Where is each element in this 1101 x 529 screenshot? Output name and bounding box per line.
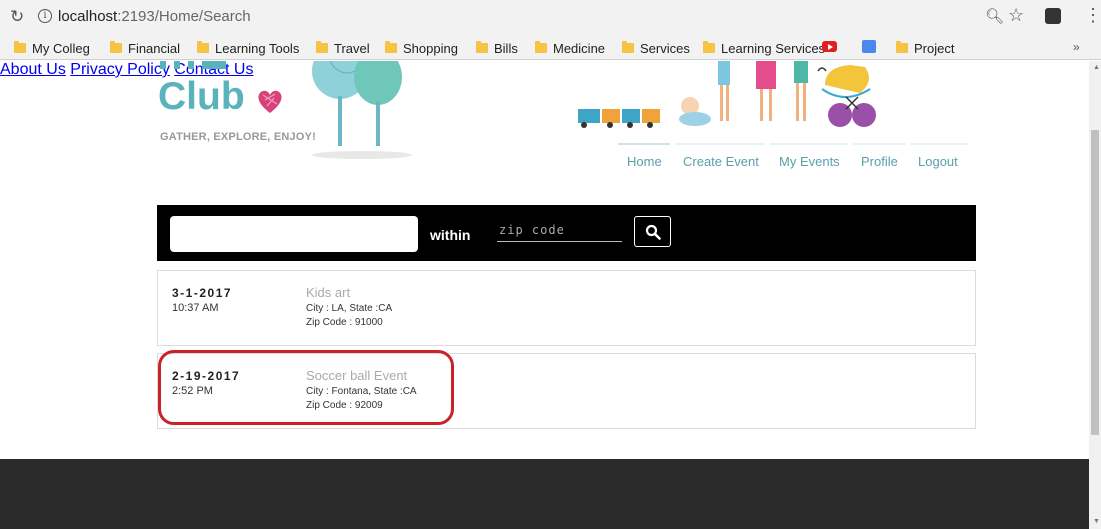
event-zip: Zip Code : 91000: [306, 317, 383, 328]
page-content: Club GATHER, EXPLORE, ENJOY! Home Create…: [0, 61, 1089, 529]
nav-profile[interactable]: Profile: [853, 143, 905, 175]
address-bar: ↻ i localhost:2193/Home/Search 🔍︎ ☆ ⋮: [0, 0, 1101, 36]
nav-home[interactable]: Home: [618, 143, 670, 175]
folder-icon: [896, 41, 908, 53]
scrollbar-thumb[interactable]: [1091, 130, 1099, 435]
footer-privacy-policy[interactable]: Privacy Policy: [70, 61, 170, 78]
bookmark-travel[interactable]: Travel: [316, 39, 370, 57]
bookmarks-bar: My Colleg Financial Learning Tools Trave…: [0, 36, 1101, 60]
zip-code-input[interactable]: [497, 218, 622, 242]
folder-icon: [535, 41, 547, 53]
scroll-down-icon[interactable]: ▼: [1093, 518, 1100, 525]
heart-icon: [258, 90, 282, 113]
bookmark-star-icon[interactable]: ☆: [1008, 5, 1024, 26]
folder-icon: [316, 41, 328, 53]
scroll-up-icon[interactable]: ▲: [1093, 64, 1100, 71]
event-title[interactable]: Kids art: [306, 285, 350, 300]
bookmark-learning-services[interactable]: Learning Services: [703, 39, 825, 57]
nav-logout[interactable]: Logout: [910, 143, 968, 175]
event-date: 3-1-2017: [172, 286, 233, 300]
footer: [0, 459, 1089, 529]
event-card[interactable]: 3-1-2017 10:37 AM Kids art City : LA, St…: [157, 270, 976, 346]
event-time: 10:37 AM: [172, 302, 219, 314]
event-city: City : LA, State :CA: [306, 303, 393, 314]
within-label: within: [430, 227, 471, 243]
browser-menu-icon[interactable]: ⋮: [1084, 5, 1101, 26]
folder-icon: [197, 41, 209, 53]
family-illustration: [578, 61, 876, 128]
folder-icon: [14, 41, 26, 53]
url-field[interactable]: localhost:2193/Home/Search: [58, 8, 251, 25]
extension-icon[interactable]: [1045, 8, 1061, 24]
info-icon[interactable]: i: [38, 9, 52, 23]
bookmark-shopping[interactable]: Shopping: [385, 39, 458, 57]
nav-my-events[interactable]: My Events: [770, 143, 848, 175]
nav-create-event[interactable]: Create Event: [675, 143, 765, 175]
bookmark-project[interactable]: Project: [896, 39, 954, 57]
more-bookmarks-icon[interactable]: »: [1073, 40, 1080, 54]
translate-icon[interactable]: [862, 40, 876, 53]
bookmark-my-colleg[interactable]: My Colleg: [14, 39, 90, 57]
folder-icon: [110, 41, 122, 53]
folder-icon: [622, 41, 634, 53]
bookmark-bills[interactable]: Bills: [476, 39, 518, 57]
trees-illustration: [312, 61, 412, 159]
folder-icon: [703, 41, 715, 53]
bookmark-learning-tools[interactable]: Learning Tools: [197, 39, 299, 57]
search-button[interactable]: [634, 216, 671, 247]
folder-icon: [385, 41, 397, 53]
bookmark-medicine[interactable]: Medicine: [535, 39, 605, 57]
bookmark-financial[interactable]: Financial: [110, 39, 180, 57]
bookmark-services[interactable]: Services: [622, 39, 690, 57]
folder-icon: [476, 41, 488, 53]
highlight-annotation: [158, 350, 454, 425]
logo[interactable]: Club: [158, 75, 245, 119]
search-input[interactable]: [170, 216, 418, 252]
tagline: GATHER, EXPLORE, ENJOY!: [160, 131, 316, 143]
search-icon: [645, 224, 661, 240]
reload-icon[interactable]: ↻: [10, 7, 24, 27]
youtube-icon[interactable]: [822, 41, 837, 52]
zoom-icon[interactable]: 🔍︎: [985, 7, 1004, 25]
footer-about-us[interactable]: About Us: [0, 61, 66, 78]
